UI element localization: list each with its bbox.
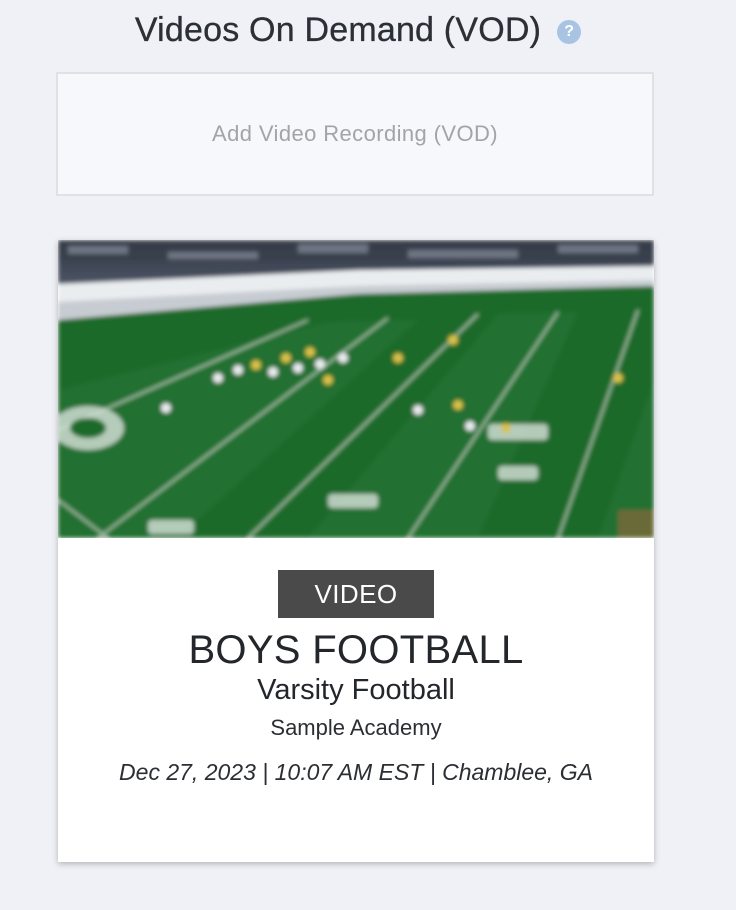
- add-video-recording-label: Add Video Recording (VOD): [212, 121, 498, 146]
- page-title: Videos On Demand (VOD): [134, 10, 542, 49]
- sport-title: BOYS FOOTBALL: [188, 628, 524, 672]
- team-level: Varsity Football: [257, 674, 455, 706]
- video-badge-label: VIDEO: [314, 578, 398, 609]
- add-video-recording-button[interactable]: Add Video Recording (VOD): [56, 72, 654, 196]
- football-field-thumbnail: [58, 240, 654, 538]
- event-meta: Dec 27, 2023 | 10:07 AM EST | Chamblee, …: [119, 759, 593, 785]
- video-card[interactable]: VIDEO BOYS FOOTBALL Varsity Football Sam…: [58, 240, 654, 862]
- school-name: Sample Academy: [270, 715, 442, 740]
- video-badge: VIDEO: [278, 570, 434, 618]
- help-icon[interactable]: ?: [557, 20, 582, 44]
- page-header: Videos On Demand (VOD) ?: [0, 8, 716, 52]
